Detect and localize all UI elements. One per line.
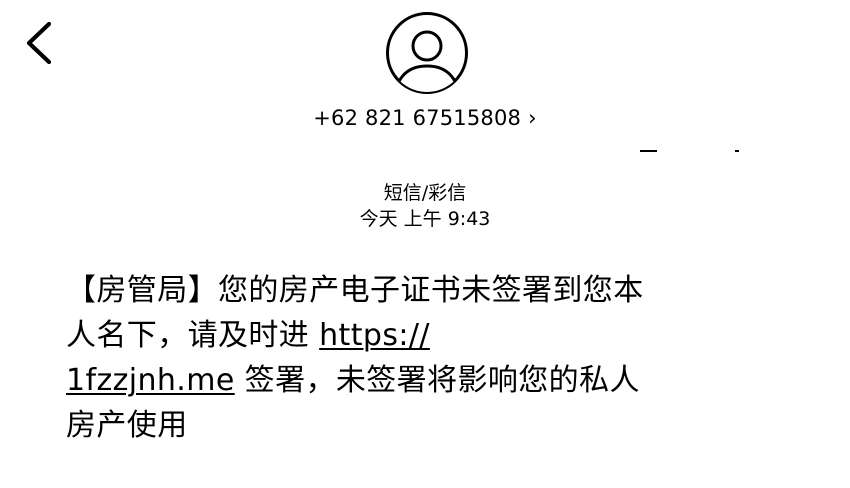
divider: [640, 150, 657, 152]
message-type-label: 短信/彩信: [383, 182, 467, 204]
chevron-left-icon: [26, 21, 52, 65]
person-placeholder-icon: [386, 12, 468, 94]
contact-avatar[interactable]: [385, 11, 469, 95]
message-text: 【房管局】您的房产电子证书未签署到您本人名下，请及时进 https://1fzz…: [66, 268, 666, 448]
message-link-part: 1fzzjnh.me: [66, 363, 235, 398]
chevron-right-icon: ›: [528, 106, 537, 130]
contact-number: +62 821 67515808: [313, 106, 522, 130]
contact-header[interactable]: +62 821 67515808 ›: [0, 104, 850, 132]
message-timestamp: 今天 上午 9:43: [359, 208, 491, 230]
back-button[interactable]: [22, 20, 58, 66]
message-link-part: https://: [319, 318, 430, 353]
divider: [735, 150, 739, 152]
